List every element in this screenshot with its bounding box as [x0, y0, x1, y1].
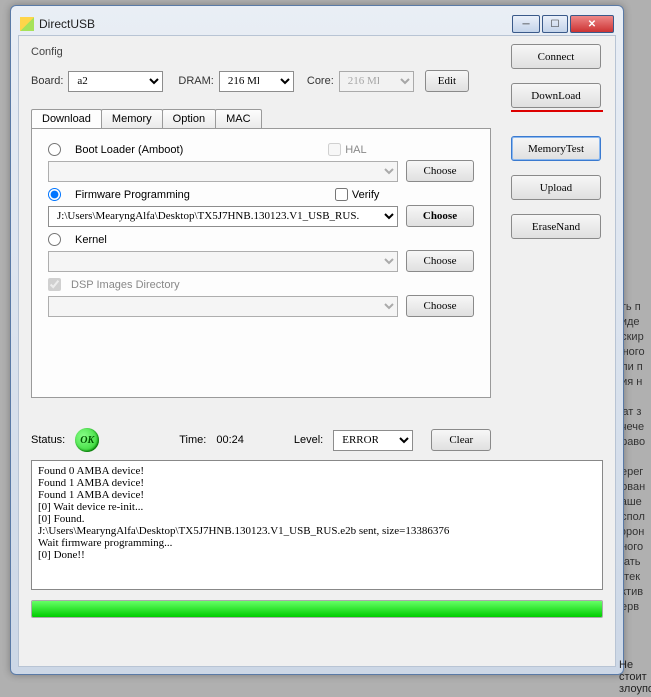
- close-button[interactable]: ✕: [570, 15, 614, 33]
- log-output[interactable]: Found 0 AMBA device! Found 1 AMBA device…: [31, 460, 603, 590]
- side-actions: Connect DownLoad MemoryTest Upload Erase…: [511, 44, 603, 239]
- kernel-choose-button[interactable]: Choose: [406, 250, 474, 272]
- tab-download[interactable]: Download: [31, 109, 102, 128]
- dspdir-checkbox: [48, 278, 61, 291]
- core-label: Core:: [307, 75, 334, 87]
- clear-button[interactable]: Clear: [431, 429, 491, 451]
- titlebar[interactable]: DirectUSB ─ ☐ ✕: [18, 13, 616, 35]
- app-window: DirectUSB ─ ☐ ✕ Config Connect DownLoad …: [10, 5, 624, 675]
- edit-button[interactable]: Edit: [425, 70, 469, 92]
- firmware-radio[interactable]: [48, 188, 61, 201]
- download-button[interactable]: DownLoad: [511, 83, 601, 108]
- main-tabs: Download Memory Option MAC Boot Loader (…: [31, 128, 491, 398]
- board-label: Board:: [31, 75, 63, 87]
- dspdir-label: DSP Images Directory: [71, 279, 180, 291]
- dram-label: DRAM:: [178, 75, 213, 87]
- dspdir-choose-button[interactable]: Choose: [406, 295, 474, 317]
- firmware-path[interactable]: J:\Users\MearyngAlfa\Desktop\TX5J7HNB.13…: [48, 206, 398, 227]
- connect-button[interactable]: Connect: [511, 44, 601, 69]
- dram-select[interactable]: 216 MHz: [219, 71, 294, 92]
- time-label: Time:: [179, 434, 206, 446]
- memorytest-button[interactable]: MemoryTest: [511, 136, 601, 161]
- bootloader-path: [48, 161, 398, 182]
- download-underline: [511, 110, 603, 112]
- bootloader-choose-button[interactable]: Choose: [406, 160, 474, 182]
- tab-mac[interactable]: MAC: [215, 109, 261, 128]
- firmware-label: Firmware Programming: [75, 189, 190, 201]
- kernel-path: [48, 251, 398, 272]
- tab-option[interactable]: Option: [162, 109, 216, 128]
- verify-checkbox[interactable]: [335, 188, 348, 201]
- verify-label: Verify: [352, 189, 380, 201]
- time-value: 00:24: [216, 434, 244, 446]
- progress-fill: [32, 601, 602, 617]
- maximize-button[interactable]: ☐: [542, 15, 568, 33]
- kernel-radio[interactable]: [48, 233, 61, 246]
- progress-bar: [31, 600, 603, 618]
- kernel-label: Kernel: [75, 234, 107, 246]
- window-title: DirectUSB: [39, 17, 95, 31]
- hal-label: HAL: [345, 144, 366, 156]
- status-ok-badge: OK: [75, 428, 99, 452]
- minimize-button[interactable]: ─: [512, 15, 540, 33]
- bootloader-radio[interactable]: [48, 143, 61, 156]
- erasenand-button[interactable]: EraseNand: [511, 214, 601, 239]
- level-select[interactable]: ERROR: [333, 430, 413, 451]
- hal-checkbox: [328, 143, 341, 156]
- status-label: Status:: [31, 434, 65, 446]
- tab-memory[interactable]: Memory: [101, 109, 163, 128]
- dspdir-path: [48, 296, 398, 317]
- client-area: Config Connect DownLoad MemoryTest Uploa…: [18, 35, 616, 667]
- level-label: Level:: [294, 434, 323, 446]
- background-footer-text: Не стоит злоупотребля: [619, 659, 649, 695]
- bootloader-label: Boot Loader (Amboot): [75, 144, 183, 156]
- upload-button[interactable]: Upload: [511, 175, 601, 200]
- app-icon: [20, 17, 34, 31]
- board-select[interactable]: a2: [68, 71, 163, 92]
- core-select: 216 MHz: [339, 71, 414, 92]
- firmware-choose-button[interactable]: Choose: [406, 205, 474, 227]
